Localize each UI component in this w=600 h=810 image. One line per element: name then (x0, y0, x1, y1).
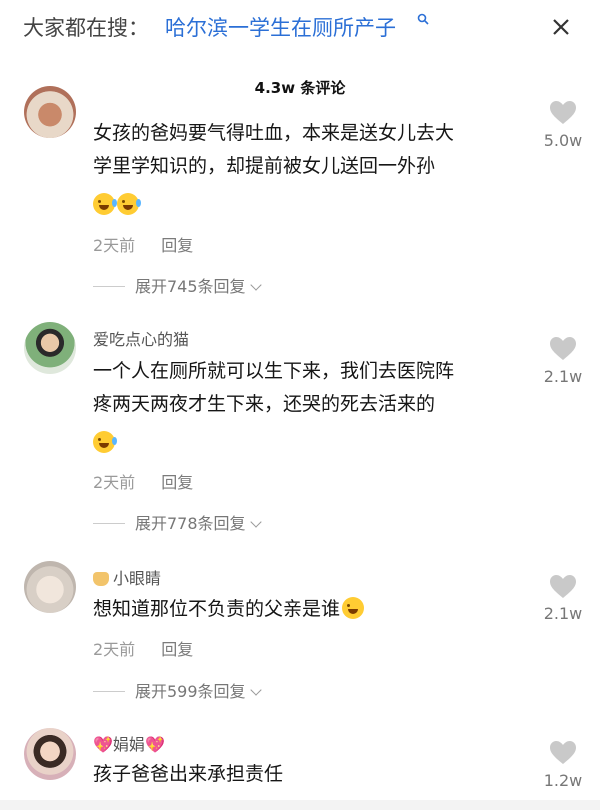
comment-username[interactable]: 💖娟娟💖 (93, 731, 165, 755)
search-icon[interactable] (417, 13, 429, 25)
expand-replies-button[interactable]: 展开599条回复 (93, 678, 262, 702)
username-label: 娟娟 (112, 735, 145, 754)
like-count: 5.0w (543, 131, 583, 150)
reply-button[interactable]: 回复 (161, 473, 193, 492)
comment-text: 一个人在厕所就可以生下来，我们去医院阵 疼两天两夜才生下来，还哭的死去活来的 (93, 355, 533, 454)
divider-line (93, 286, 125, 287)
search-bar[interactable]: 大家都在搜： 哈尔滨一学生在厕所产子 (0, 0, 600, 56)
laughing-crying-emoji-icon (117, 193, 141, 215)
divider-line (93, 691, 125, 692)
comment-text-line: 一个人在厕所就可以生下来，我们去医院阵 (93, 360, 455, 382)
heart-icon (550, 337, 576, 360)
reply-button[interactable]: 回复 (161, 640, 193, 659)
comment-time: 2天前 (93, 640, 136, 659)
comment-text-line: 孩子爸爸出来承担责任 (93, 763, 284, 785)
comment-username[interactable]: 爱吃点心的猫 (93, 326, 189, 350)
like-count: 2.1w (543, 604, 583, 623)
comment-text-line: 想知道那位不负责的父亲是谁 (93, 598, 341, 620)
comment-text: 女孩的爸妈要气得吐血，本来是送女儿去大 学里学知识的，却提前被女儿送回一外孙 (93, 117, 533, 216)
comment-text: 孩子爸爸出来承担责任 (93, 758, 533, 791)
divider-line (93, 523, 125, 524)
laughing-crying-emoji-icon (93, 193, 117, 215)
pleading-emoji-icon (342, 597, 365, 619)
pink-heart-icon: 💖 (144, 735, 165, 754)
like-button[interactable] (543, 740, 583, 766)
expand-replies-label: 展开745条回复 (135, 277, 246, 296)
like-count: 2.1w (543, 367, 583, 386)
avatar[interactable] (24, 322, 76, 374)
emoji-row (93, 421, 533, 454)
expand-replies-button[interactable]: 展开745条回复 (93, 273, 262, 297)
comment-time: 2天前 (93, 473, 136, 492)
heart-icon (550, 101, 576, 124)
avatar[interactable] (24, 728, 76, 780)
search-prefix: 大家都在搜： (23, 16, 149, 40)
avatar[interactable] (24, 561, 76, 613)
expand-replies-button[interactable]: 展开778条回复 (93, 510, 262, 534)
chevron-down-icon (249, 279, 262, 291)
chevron-down-icon (249, 516, 262, 528)
heart-icon (550, 741, 576, 764)
comment-text-line: 女孩的爸妈要气得吐血，本来是送女儿去大 (93, 122, 455, 144)
comment-username[interactable]: 小眼睛 (93, 565, 161, 589)
comment-time: 2天前 (93, 236, 136, 255)
emoji-row (93, 183, 533, 216)
comment-text-line: 疼两天两夜才生下来，还哭的死去活来的 (93, 393, 436, 415)
laughing-crying-emoji-icon (93, 431, 117, 453)
search-query-link[interactable]: 哈尔滨一学生在厕所产子 (165, 12, 396, 42)
comment-text-line: 学里学知识的，却提前被女儿送回一外孙 (93, 155, 436, 177)
expand-replies-label: 展开778条回复 (135, 514, 246, 533)
username-label: 小眼睛 (113, 569, 162, 588)
like-count: 1.2w (543, 771, 583, 790)
pink-heart-icon: 💖 (93, 735, 113, 754)
comment-count: 4.3w 条评论 (254, 79, 346, 97)
comment-meta: 2天前 回复 (93, 469, 193, 493)
bottom-edge (0, 800, 600, 810)
comment-text: 想知道那位不负责的父亲是谁 (93, 593, 533, 626)
cat-badge-icon (93, 572, 109, 586)
chevron-down-icon (249, 684, 262, 696)
like-button[interactable] (543, 100, 583, 126)
comment-meta: 2天前 回复 (93, 232, 193, 256)
comment-meta: 2天前 回复 (93, 636, 193, 660)
close-icon[interactable] (548, 14, 574, 40)
avatar[interactable] (24, 86, 76, 138)
like-button[interactable] (543, 574, 583, 600)
heart-icon (550, 575, 576, 598)
expand-replies-label: 展开599条回复 (135, 682, 246, 701)
like-button[interactable] (543, 336, 583, 362)
reply-button[interactable]: 回复 (161, 236, 193, 255)
